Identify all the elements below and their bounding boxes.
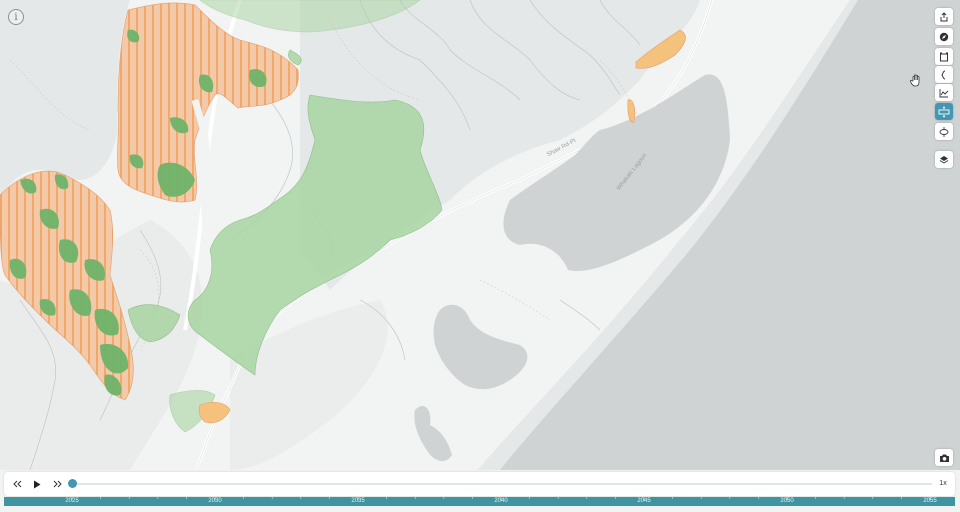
year-label-2055: 2055 — [923, 498, 937, 504]
hand-cursor-icon — [909, 74, 920, 87]
compass-icon — [939, 32, 949, 41]
chart-button[interactable] — [935, 84, 953, 101]
info-button[interactable]: i — [8, 9, 24, 25]
rotate-3d-icon — [939, 126, 949, 137]
rotate-button[interactable] — [935, 123, 953, 140]
play-button[interactable] — [28, 475, 46, 493]
timeline-ticks — [71, 497, 931, 500]
camera-icon — [939, 454, 949, 462]
year-label-2030: 2030 — [208, 498, 222, 504]
ruler-button[interactable] — [935, 103, 953, 120]
share-icon — [940, 11, 948, 21]
time-slider-thumb[interactable] — [68, 479, 77, 488]
year-label-2050: 2050 — [780, 498, 794, 504]
year-timeline[interactable] — [4, 497, 955, 506]
fast-forward-button[interactable] — [48, 475, 66, 493]
rewind-button[interactable] — [8, 475, 26, 493]
frame-button[interactable] — [935, 48, 953, 65]
year-label-2045: 2045 — [637, 498, 651, 504]
play-icon — [34, 480, 41, 488]
rewind-icon — [12, 480, 21, 488]
year-label-2025: 2025 — [65, 498, 79, 504]
playback-speed[interactable]: 1x — [935, 477, 951, 491]
year-label-2040: 2040 — [494, 498, 508, 504]
frame-icon — [940, 52, 948, 61]
map-canvas[interactable] — [0, 0, 960, 512]
bracket-button[interactable] — [935, 66, 953, 83]
fast-forward-icon — [53, 480, 62, 488]
layers-button[interactable] — [935, 151, 953, 168]
ruler-icon — [938, 105, 950, 118]
share-button[interactable] — [935, 8, 953, 25]
time-slider-track[interactable] — [74, 483, 932, 485]
bracket-icon — [941, 70, 946, 79]
playback-bar: 1x — [4, 472, 955, 496]
screenshot-button[interactable] — [935, 449, 953, 466]
layers-icon — [939, 155, 949, 164]
compass-button[interactable] — [935, 28, 953, 45]
year-label-2035: 2035 — [351, 498, 365, 504]
info-icon: i — [14, 11, 18, 23]
line-chart-icon — [939, 88, 949, 97]
